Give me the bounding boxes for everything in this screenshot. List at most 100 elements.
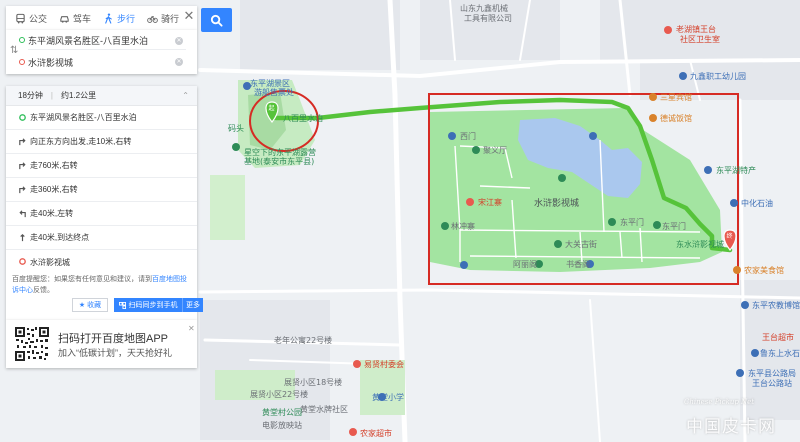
- tab-bus[interactable]: 公交: [10, 6, 52, 30]
- more-label: 更多: [186, 302, 200, 309]
- divider: |: [50, 91, 53, 100]
- map-label: 聚义厅: [483, 146, 507, 155]
- poi-icon: [704, 166, 712, 174]
- route-distance: 约1.2公里: [60, 91, 97, 100]
- step-text: 水浒影视城: [30, 257, 70, 267]
- tab-car[interactable]: 驾车: [54, 6, 96, 30]
- poi-icon: [664, 26, 672, 34]
- tab-walk[interactable]: 步行: [98, 6, 140, 30]
- poi-icon: [736, 369, 744, 377]
- poi-icon: [558, 174, 566, 182]
- step-text: 走760米,右转: [30, 161, 78, 170]
- map-label: 三星宾馆: [660, 92, 692, 102]
- map-label: 电影放映站: [262, 420, 302, 430]
- poi-icon: [679, 72, 687, 80]
- map-label: 德诚饭馆: [660, 113, 692, 123]
- watermark-subtext: Chinese Pickup Net: [684, 398, 755, 406]
- svg-text:终: 终: [727, 232, 733, 240]
- step-text: 走40米,左转: [30, 209, 74, 218]
- map-label: 东平门: [620, 217, 644, 227]
- route-step[interactable]: 向正东方向出发,走10米,右转: [6, 130, 197, 154]
- poi-icon: [649, 114, 657, 122]
- poi-icon: [608, 218, 616, 226]
- feedback-note: 百度提醒您：如果您有任何意见和建议，请到百度地图投诉中心反馈。: [12, 274, 192, 296]
- clear-start-icon[interactable]: ✕: [175, 36, 183, 45]
- start-dot-icon: [19, 114, 26, 121]
- map-label: 书香阁: [566, 259, 590, 269]
- map-label: 阿丽阁: [513, 259, 537, 269]
- swap-icon[interactable]: ⇅: [10, 45, 18, 56]
- map-label: 东平湖特产: [716, 165, 756, 175]
- close-promo-icon[interactable]: ✕: [188, 324, 195, 333]
- poi-icon: [349, 428, 357, 436]
- car-icon: [60, 15, 69, 23]
- map-label: 老湖镇王台: [676, 24, 716, 34]
- map-label: 农家美食馆: [744, 265, 784, 275]
- map-label: 工具有限公司: [464, 13, 512, 23]
- map-label: 黄堂水牌社区: [300, 404, 348, 414]
- favorite-button[interactable]: ★ 收藏: [72, 298, 108, 312]
- bus-icon: [16, 13, 25, 23]
- map-label: 星空下的东平湖露营: [244, 147, 316, 157]
- favorite-label: 收藏: [87, 302, 102, 309]
- route-actions: ★ 收藏 扫码同步到手机 更多: [72, 298, 203, 312]
- transport-mode-tabs: 公交 驾车 步行 骑行: [6, 6, 197, 30]
- route-time: 18分钟: [18, 91, 43, 100]
- end-input[interactable]: 水浒影视城 ✕: [28, 53, 186, 71]
- poi-icon: [751, 349, 759, 357]
- map-label: 林冲寨: [451, 221, 475, 231]
- search-button[interactable]: [201, 8, 232, 32]
- map-label: 黄堂小学: [372, 392, 404, 402]
- tab-bike[interactable]: 骑行: [142, 6, 184, 30]
- map-label: 东平县公路局: [748, 368, 796, 378]
- map-label: 基地(泰安市东平县): [244, 156, 314, 166]
- route-step[interactable]: 东平湖风景名胜区-八百里水泊: [6, 106, 197, 130]
- poi-icon: [653, 221, 661, 229]
- map-label: 水浒影视城: [534, 197, 579, 209]
- map-label: 山东九鑫机械: [460, 3, 508, 13]
- route-summary[interactable]: 18分钟 | 约1.2公里 ⌃: [6, 86, 197, 106]
- tab-label: 驾车: [73, 13, 92, 24]
- promo-subtitle: 加入“低碳计划”，天天抢好礼: [58, 348, 172, 358]
- send-label: 扫码同步到手机: [128, 302, 178, 309]
- route-step[interactable]: 水浒影视城: [6, 250, 197, 274]
- poi-icon: [589, 132, 597, 140]
- step-text: 东平湖风景名胜区-八百里水泊: [30, 113, 137, 122]
- feedback-text: 反馈。: [33, 287, 54, 294]
- more-button[interactable]: 更多: [182, 298, 203, 312]
- search-icon: [210, 14, 223, 27]
- bike-icon: [147, 15, 158, 23]
- map-label: 展贤小区18号楼: [284, 377, 342, 387]
- map-label: 东平湖景区: [250, 78, 290, 88]
- step-text: 走40米,到达终点: [30, 233, 90, 242]
- map-label: 八百里水泊: [283, 113, 323, 123]
- turn-left-icon: [19, 210, 26, 218]
- map-label: 王台超市: [762, 332, 794, 342]
- step-text: 向正东方向出发,走10米,右转: [30, 137, 132, 146]
- route-step[interactable]: 走40米,到达终点: [6, 226, 197, 250]
- clear-end-icon[interactable]: ✕: [175, 58, 183, 66]
- map-label: 王台公路站: [752, 378, 792, 388]
- map-label: 社区卫生室: [680, 34, 720, 44]
- route-step[interactable]: 走40米,左转: [6, 202, 197, 226]
- straight-icon: [20, 233, 25, 242]
- poi-icon: [733, 266, 741, 274]
- poi-icon: [353, 360, 361, 368]
- map-label: 码头: [228, 123, 244, 133]
- qr-code-image: [14, 326, 50, 362]
- tab-label: 骑行: [161, 13, 180, 24]
- collapse-icon[interactable]: ⌃: [182, 91, 189, 100]
- close-route-icon[interactable]: ✕: [183, 10, 195, 23]
- map-label: 鲁东上水石街: [760, 348, 800, 358]
- send-to-phone-button[interactable]: 扫码同步到手机: [114, 298, 182, 312]
- map-label: 东平农教博馆: [752, 300, 800, 310]
- walk-icon: [105, 12, 112, 24]
- start-input[interactable]: 东平湖风景名胜区-八百里水泊 ✕: [28, 32, 186, 50]
- route-step[interactable]: 走360米,右转: [6, 178, 197, 202]
- route-step[interactable]: 走760米,右转: [6, 154, 197, 178]
- app-promo-banner: 扫码打开百度地图APP 加入“低碳计划”，天天抢好礼 ✕: [6, 320, 197, 368]
- promo-title: 扫码打开百度地图APP: [58, 333, 169, 345]
- poi-icon: [448, 132, 456, 140]
- map-label: 中化石油: [741, 198, 773, 208]
- poi-icon: [472, 146, 480, 154]
